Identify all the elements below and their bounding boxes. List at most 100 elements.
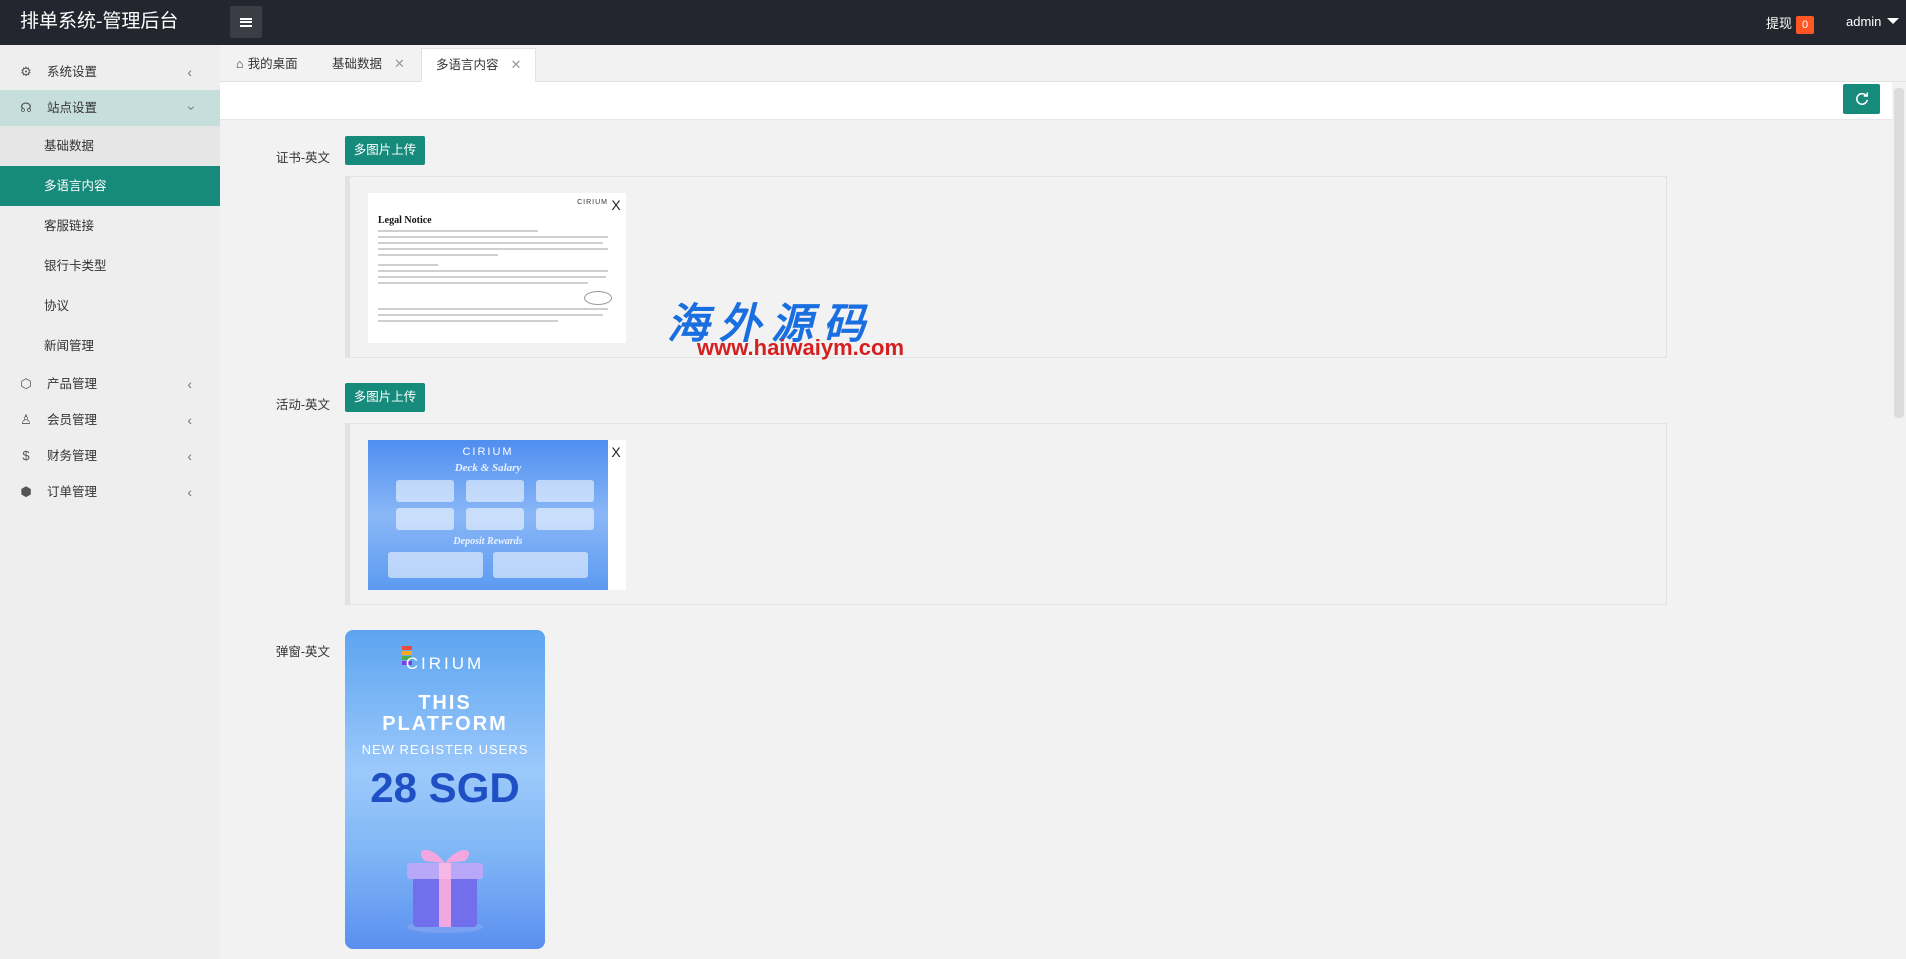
refresh-button[interactable] <box>1843 84 1880 114</box>
content-toolbar <box>220 82 1892 120</box>
gift-box-icon <box>407 849 483 933</box>
popup-brand: CIRIUM <box>405 654 485 673</box>
tab-label: 基础数据 <box>332 57 383 71</box>
popup-image[interactable]: CIRIUM THIS PLATFORM NEW REGISTER USERS … <box>345 630 545 949</box>
text-line <box>378 282 588 284</box>
chevron-left-icon: ‹ <box>187 376 192 392</box>
poster-card <box>536 480 594 502</box>
certificate-image-box: CIRIUM Legal Notice X <box>345 176 1667 358</box>
sidebar-subitem-agreement[interactable]: 协议 <box>0 286 220 326</box>
vertical-scrollbar[interactable] <box>1892 82 1906 422</box>
site-settings-submenu: 基础数据 多语言内容 客服链接 银行卡类型 协议 新闻管理 <box>0 126 220 366</box>
activity-upload-button[interactable]: 多图片上传 <box>345 383 425 412</box>
activity-image-box: CIRIUM Deck & Salary Deposit Rewards X <box>345 423 1667 605</box>
tab-my-desktop[interactable]: ⌂ 我的桌面 <box>236 48 298 82</box>
headset-icon: ☊ <box>20 100 32 115</box>
withdraw-count-badge: 0 <box>1796 16 1815 34</box>
gear-icon: ⚙ <box>20 64 32 79</box>
withdraw-link[interactable]: 提现 0 <box>1766 13 1815 34</box>
app-title: 排单系统-管理后台 <box>20 11 179 32</box>
seal-icon <box>584 291 612 305</box>
top-header: 排单系统-管理后台 提现 0 admin <box>0 0 1906 45</box>
watermark-url: www.haiwaiym.com <box>697 335 905 360</box>
text-line <box>378 276 606 278</box>
chevron-left-icon: ‹ <box>187 484 192 500</box>
text-line <box>378 230 538 232</box>
home-icon: ⌂ <box>236 57 244 71</box>
text-line <box>378 320 558 322</box>
sidebar-subitem-basic-data[interactable]: 基础数据 <box>0 126 220 166</box>
close-icon[interactable]: ✕ <box>394 56 405 71</box>
remove-image-button[interactable]: X <box>608 444 624 460</box>
sidebar-item-orders[interactable]: ⬢ 订单管理 ‹ <box>0 474 220 510</box>
popup-amount: 28 SGD <box>370 764 520 811</box>
tab-label: 多语言内容 <box>436 58 499 72</box>
cube-icon: ⬡ <box>20 376 32 391</box>
activity-poster-brand: CIRIUM <box>462 446 514 458</box>
legal-notice-title: Legal Notice <box>378 215 432 226</box>
dollar-icon: $ <box>22 448 30 463</box>
certificate-upload-button[interactable]: 多图片上传 <box>345 136 425 165</box>
user-menu[interactable]: admin <box>1846 14 1900 29</box>
activity-poster-subtitle: Deposit Rewards <box>453 536 523 547</box>
chevron-left-icon: ‹ <box>187 412 192 428</box>
poster-card <box>388 552 483 578</box>
legal-notice-brand: CIRIUM <box>577 199 608 206</box>
tab-bar: ⌂ 我的桌面 基础数据 ✕ 多语言内容 ✕ <box>220 45 1906 82</box>
caret-down-icon <box>1887 18 1900 24</box>
chevron-left-icon: ‹ <box>187 448 192 464</box>
popup-label: 弹窗-英文 <box>275 645 330 659</box>
user-name: admin <box>1846 14 1882 29</box>
withdraw-label: 提现 <box>1766 16 1793 31</box>
sidebar-item-label: 会员管理 <box>47 413 98 427</box>
sidebar-item-finance[interactable]: $ 财务管理 ‹ <box>0 438 220 474</box>
sidebar-item-products[interactable]: ⬡ 产品管理 ‹ <box>0 366 220 402</box>
sidebar-item-label: 站点设置 <box>47 101 98 115</box>
text-line <box>378 254 498 256</box>
sidebar-item-label: 订单管理 <box>47 485 98 499</box>
tab-basic-data[interactable]: 基础数据 ✕ <box>332 48 405 82</box>
certificate-thumbnail[interactable]: CIRIUM Legal Notice X <box>368 193 626 343</box>
sidebar-subitem-service-links[interactable]: 客服链接 <box>0 206 220 246</box>
chevron-down-icon: ‹ <box>181 105 198 111</box>
chevron-left-icon: ‹ <box>187 64 192 80</box>
sidebar-item-members[interactable]: ♙ 会员管理 ‹ <box>0 402 220 438</box>
scrollbar-thumb[interactable] <box>1894 88 1904 418</box>
tab-multilingual-content[interactable]: 多语言内容 ✕ <box>421 48 537 82</box>
remove-image-button[interactable]: X <box>608 197 624 213</box>
hamburger-icon <box>240 17 252 27</box>
text-line <box>378 264 438 266</box>
sidebar-subitem-multilingual-content[interactable]: 多语言内容 <box>0 166 220 206</box>
box-icon: ⬢ <box>20 484 32 499</box>
sidebar-item-label: 系统设置 <box>47 65 98 79</box>
sidebar-subitem-bank-card-types[interactable]: 银行卡类型 <box>0 246 220 286</box>
user-icon: ♙ <box>20 412 32 427</box>
text-line <box>378 248 608 250</box>
poster-card <box>396 508 454 530</box>
popup-line-new-users: NEW REGISTER USERS <box>361 742 529 757</box>
poster-card <box>466 508 524 530</box>
popup-line-this: THIS <box>418 692 472 714</box>
popup-line-platform: PLATFORM <box>382 713 508 735</box>
certificate-label: 证书-英文 <box>275 151 330 165</box>
tab-label: 我的桌面 <box>247 57 298 71</box>
sidebar: ⚙ 系统设置 ‹ ☊ 站点设置 ‹ 基础数据 多语言内容 客服链接 银行卡类型 … <box>0 45 220 959</box>
sidebar-item-site-settings[interactable]: ☊ 站点设置 ‹ <box>0 90 220 126</box>
refresh-icon <box>1855 92 1868 105</box>
sidebar-subitem-news[interactable]: 新闻管理 <box>0 326 220 366</box>
activity-poster-image: CIRIUM Deck & Salary Deposit Rewards <box>368 440 608 590</box>
close-icon[interactable]: ✕ <box>511 57 522 72</box>
poster-card <box>493 552 588 578</box>
activity-poster-title: Deck & Salary <box>454 462 522 474</box>
poster-card <box>536 508 594 530</box>
activity-thumbnail[interactable]: CIRIUM Deck & Salary Deposit Rewards X <box>368 440 626 590</box>
text-line <box>378 242 603 244</box>
sidebar-item-label: 财务管理 <box>47 449 98 463</box>
sidebar-item-system-settings[interactable]: ⚙ 系统设置 ‹ <box>0 54 220 90</box>
legal-notice-image: CIRIUM Legal Notice <box>368 193 626 343</box>
menu-toggle-button[interactable] <box>230 6 262 38</box>
text-line <box>378 314 603 316</box>
text-line <box>378 236 608 238</box>
poster-card <box>396 480 454 502</box>
text-line <box>378 308 608 310</box>
